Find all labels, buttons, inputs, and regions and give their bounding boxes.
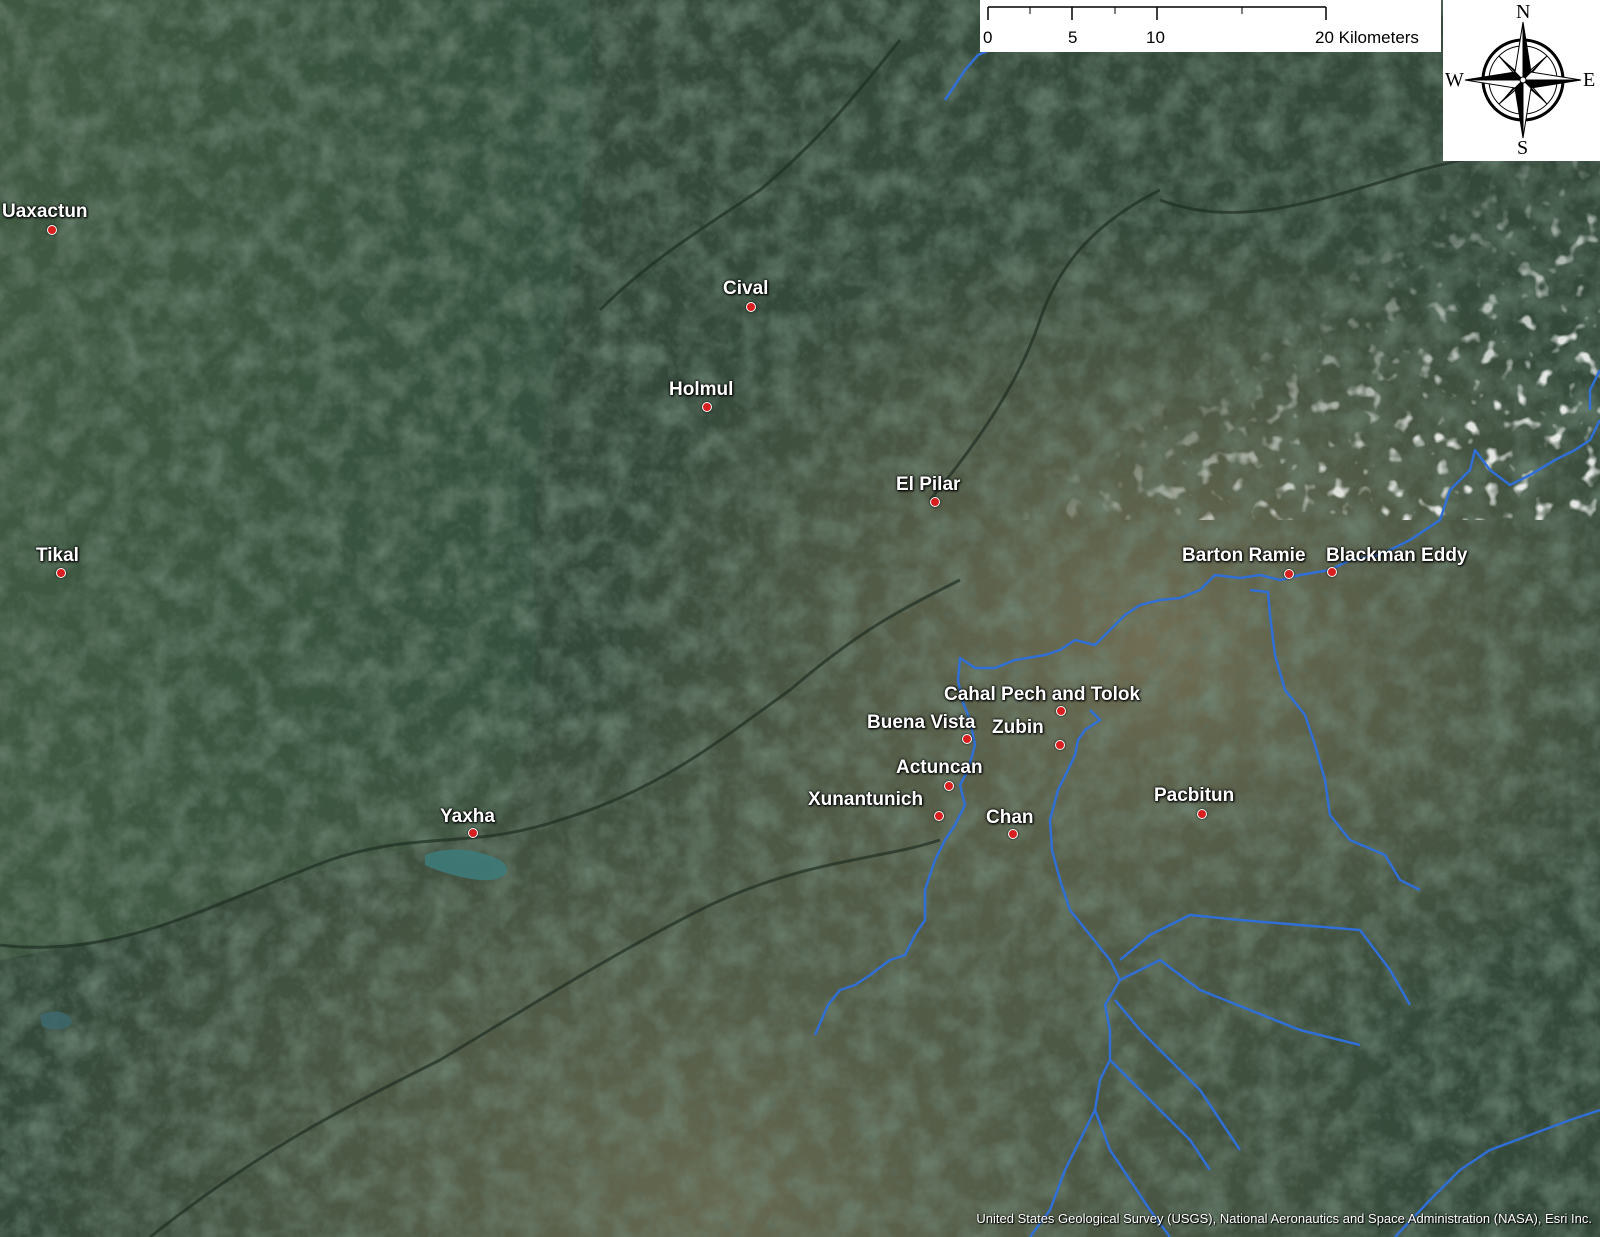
compass-rose: N S E W bbox=[1443, 0, 1600, 161]
site-label-buena-vista[interactable]: Buena Vista bbox=[867, 713, 975, 733]
site-marker-buena-vista[interactable] bbox=[962, 734, 972, 744]
scale-label-20-kilometers: 20 Kilometers bbox=[1315, 28, 1419, 47]
site-label-zubin[interactable]: Zubin bbox=[992, 718, 1044, 738]
site-marker-holmul[interactable] bbox=[702, 402, 712, 412]
site-marker-tikal[interactable] bbox=[56, 568, 66, 578]
site-label-uaxactun[interactable]: Uaxactun bbox=[2, 202, 88, 222]
site-label-holmul[interactable]: Holmul bbox=[669, 380, 733, 400]
site-label-cahal-pech-and-tolok[interactable]: Cahal Pech and Tolok bbox=[944, 685, 1140, 705]
cloud-cover bbox=[0, 0, 1600, 1237]
site-label-yaxha[interactable]: Yaxha bbox=[440, 807, 495, 827]
site-marker-uaxactun[interactable] bbox=[47, 225, 57, 235]
site-label-actuncan[interactable]: Actuncan bbox=[896, 758, 983, 778]
site-marker-cahal-pech-and-tolok[interactable] bbox=[1056, 706, 1066, 716]
map-attribution: United States Geological Survey (USGS), … bbox=[976, 1211, 1592, 1226]
site-label-pacbitun[interactable]: Pacbitun bbox=[1154, 786, 1234, 806]
site-marker-chan[interactable] bbox=[1008, 829, 1018, 839]
site-marker-el-pilar[interactable] bbox=[930, 497, 940, 507]
site-marker-blackman-eddy[interactable] bbox=[1327, 567, 1337, 577]
site-marker-yaxha[interactable] bbox=[468, 828, 478, 838]
site-label-blackman-eddy[interactable]: Blackman Eddy bbox=[1326, 546, 1468, 566]
site-marker-zubin[interactable] bbox=[1055, 740, 1065, 750]
compass-north-label: N bbox=[1516, 1, 1531, 23]
compass-east-label: E bbox=[1583, 69, 1596, 91]
scale-label-10: 10 bbox=[1146, 28, 1165, 47]
compass-west-label: W bbox=[1445, 69, 1464, 91]
site-label-xunantunich[interactable]: Xunantunich bbox=[808, 790, 923, 810]
site-marker-cival[interactable] bbox=[746, 302, 756, 312]
scale-label-0: 0 bbox=[983, 28, 993, 47]
scale-bar-ruler bbox=[987, 6, 1327, 20]
compass-south-label: S bbox=[1517, 137, 1529, 159]
scale-label-5: 5 bbox=[1068, 28, 1078, 47]
site-label-cival[interactable]: Cival bbox=[723, 279, 768, 299]
site-label-el-pilar[interactable]: El Pilar bbox=[896, 475, 960, 495]
site-marker-actuncan[interactable] bbox=[944, 781, 954, 791]
site-label-chan[interactable]: Chan bbox=[986, 808, 1034, 828]
scale-bar: 0 5 10 20 Kilometers bbox=[980, 0, 1441, 52]
site-marker-barton-ramie[interactable] bbox=[1284, 569, 1294, 579]
site-marker-xunantunich[interactable] bbox=[934, 811, 944, 821]
satellite-map[interactable] bbox=[0, 0, 1600, 1237]
site-label-barton-ramie[interactable]: Barton Ramie bbox=[1182, 546, 1306, 566]
site-label-tikal[interactable]: Tikal bbox=[36, 546, 79, 566]
site-marker-pacbitun[interactable] bbox=[1197, 809, 1207, 819]
